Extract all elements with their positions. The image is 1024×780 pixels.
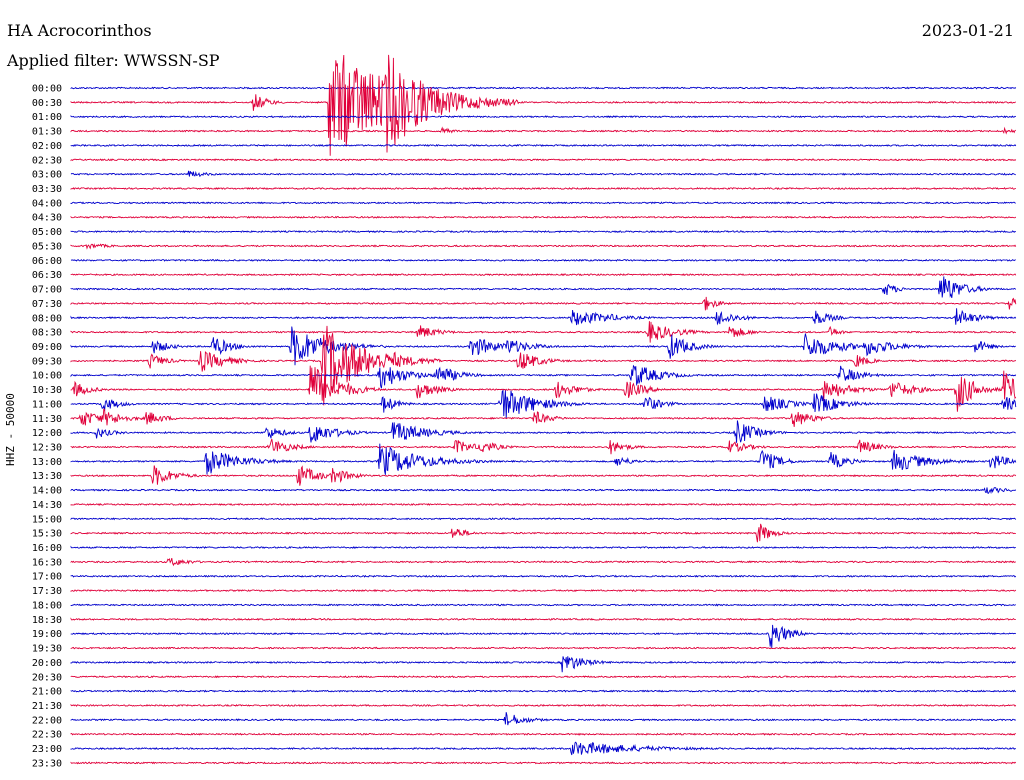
row-time-label: 17:00 (32, 572, 62, 583)
trace-line (70, 603, 1017, 607)
seismogram-plot: 00:00 00:30 01:00 01:30 02:00 02:30 03:00 03:30… (32, 54, 1017, 769)
trace-line (70, 703, 1017, 708)
trace-line (70, 325, 1017, 394)
trace-line (70, 557, 1016, 567)
trace-line (70, 443, 1017, 475)
row-time-label: 13:00 (32, 457, 62, 468)
row-time-label: 08:00 (32, 313, 62, 324)
trace-line (70, 201, 1016, 205)
row-time-label: 09:30 (32, 356, 62, 367)
trace-line (70, 54, 1017, 156)
trace-line (70, 741, 1016, 756)
trace-line (70, 517, 1017, 521)
row-time-label: 16:00 (32, 543, 62, 554)
row-time-label: 20:00 (32, 658, 62, 669)
trace-line (70, 158, 1017, 162)
row-time-label: 03:00 (32, 170, 62, 181)
trace-line (70, 646, 1017, 650)
row-time-label: 07:00 (32, 285, 62, 296)
row-time-label: 21:00 (32, 687, 62, 698)
row-time-label: 01:00 (32, 112, 62, 123)
trace-line (70, 276, 1017, 299)
trace-line (70, 465, 1017, 486)
trace-line (70, 732, 1016, 736)
row-time-label: 01:30 (32, 127, 62, 138)
trace-line (70, 308, 1017, 326)
trace-line (70, 675, 1016, 679)
row-time-label: 22:30 (32, 730, 62, 741)
row-time-label: 23:30 (32, 758, 62, 769)
trace-line (70, 243, 1017, 250)
row-time-label: 00:00 (32, 84, 62, 95)
row-time-label: 19:00 (32, 629, 62, 640)
trace-line (70, 143, 1017, 147)
trace-line (70, 624, 1017, 648)
row-time-label: 11:00 (32, 399, 62, 410)
trace-line (70, 186, 1016, 191)
trace-line (70, 364, 1017, 389)
row-time-label: 20:30 (32, 672, 62, 683)
row-time-label: 04:30 (32, 213, 62, 224)
row-time-label: 15:30 (32, 529, 62, 540)
row-time-label: 06:30 (32, 270, 62, 281)
trace-line (70, 617, 1016, 621)
row-time-label: 05:30 (32, 241, 62, 252)
trace-line (70, 523, 1016, 543)
trace-line (70, 215, 1017, 219)
row-time-label: 11:30 (32, 414, 62, 425)
trace-line (70, 712, 1017, 726)
row-time-label: 09:00 (32, 342, 62, 353)
row-time-label: 03:30 (32, 184, 62, 195)
trace-line (70, 545, 1016, 550)
row-time-label: 06:00 (32, 256, 62, 267)
row-time-label: 23:00 (32, 744, 62, 755)
row-time-label: 02:30 (32, 155, 62, 166)
trace-line (70, 420, 1016, 443)
trace-line (70, 761, 1017, 765)
row-time-label: 18:00 (32, 600, 62, 611)
row-time-label: 15:00 (32, 514, 62, 525)
trace-line (70, 408, 1016, 427)
trace-line (70, 296, 1017, 311)
trace-line (70, 656, 1016, 673)
row-time-label: 16:30 (32, 557, 62, 568)
trace-line (70, 689, 1017, 693)
row-time-label: 22:00 (32, 715, 62, 726)
trace-line (70, 574, 1017, 578)
row-time-label: 02:00 (32, 141, 62, 152)
row-time-label: 00:30 (32, 98, 62, 109)
trace-line (70, 273, 1017, 277)
trace-line (70, 230, 1017, 234)
row-time-label: 13:30 (32, 471, 62, 482)
trace-line (70, 126, 1017, 135)
row-time-label: 10:00 (32, 371, 62, 382)
row-time-label: 05:00 (32, 227, 62, 238)
row-time-label: 14:30 (32, 500, 62, 511)
row-time-label: 17:30 (32, 586, 62, 597)
trace-line (70, 502, 1016, 506)
row-time-label: 14:00 (32, 486, 62, 497)
row-time-label: 21:30 (32, 701, 62, 712)
trace-line (70, 258, 1016, 262)
trace-line (70, 170, 1016, 178)
row-time-label: 19:30 (32, 644, 62, 655)
row-time-label: 08:30 (32, 328, 62, 339)
trace-line (70, 589, 1017, 593)
row-time-label: 18:30 (32, 615, 62, 626)
row-time-label: 10:30 (32, 385, 62, 396)
helicorder-figure: HA Acrocorinthos 2023-01-21 Applied filt… (0, 0, 1024, 780)
row-time-label: 12:00 (32, 428, 62, 439)
trace-line (70, 487, 1017, 495)
row-time-label: 07:30 (32, 299, 62, 310)
trace-line (70, 86, 1017, 90)
trace-line (70, 115, 1016, 119)
row-time-label: 12:30 (32, 443, 62, 454)
row-time-label: 04:00 (32, 198, 62, 209)
